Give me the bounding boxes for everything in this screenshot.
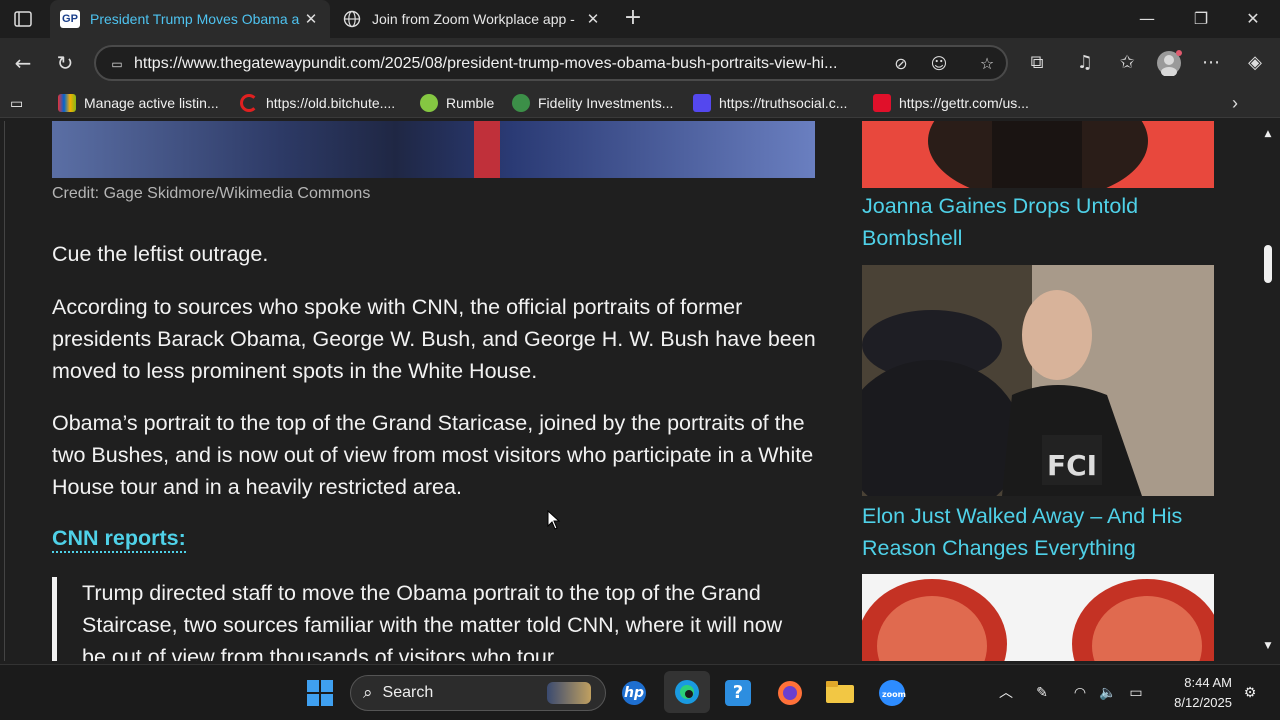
close-tab-icon[interactable]: ✕ (584, 10, 602, 28)
sidebar-link[interactable]: Joanna Gaines Drops Untold Bombshell (862, 190, 1222, 254)
rumble-icon (420, 94, 438, 112)
globe-icon (342, 10, 362, 28)
file-explorer-icon[interactable] (824, 677, 856, 709)
navigation-bar: ← ↻ ▭ https://www.thegatewaypundit.com/2… (0, 38, 1280, 88)
settings-more-icon[interactable]: ⋯ (1198, 50, 1224, 76)
gettr-icon (873, 94, 891, 112)
system-clock[interactable]: 8:44 AM 8/12/2025 (1160, 673, 1232, 713)
pen-icon[interactable]: ✎ (1032, 683, 1052, 703)
url-text[interactable]: https://www.thegatewaypundit.com/2025/08… (134, 55, 874, 73)
tracking-prevention-icon[interactable]: ⊘ (890, 53, 912, 75)
bitchute-icon (240, 94, 258, 112)
bookmark-item[interactable]: Fidelity Investments... (512, 92, 673, 114)
tab-gateway-pundit[interactable]: GP President Trump Moves Obama a ✕ (50, 0, 330, 38)
tab-title: President Trump Moves Obama a (90, 11, 300, 27)
bookmark-item[interactable]: https://truthsocial.c... (693, 92, 847, 114)
favorites-icon[interactable]: ✩ (1114, 50, 1140, 76)
address-bar[interactable]: ▭ https://www.thegatewaypundit.com/2025/… (94, 45, 1008, 81)
ebay-icon (58, 94, 76, 112)
wifi-icon[interactable]: ◠ (1070, 683, 1090, 703)
fidelity-icon (512, 94, 530, 112)
sidebar-image-joanna[interactable] (862, 121, 1214, 201)
page-scrollbar[interactable]: ▲ ▼ (1260, 121, 1276, 661)
article-paragraph: Cue the leftist outrage. (52, 242, 269, 266)
scroll-up-arrow-icon[interactable]: ▲ (1262, 129, 1274, 139)
tab-zoom[interactable]: Join from Zoom Workplace app - ✕ (332, 0, 612, 38)
article-paragraph: Obama’s portrait to the top of the Grand… (52, 411, 814, 499)
clock-time: 8:44 AM (1184, 675, 1232, 690)
windows-start-icon[interactable] (304, 677, 336, 709)
taskbar-search[interactable]: ⌕ Search (350, 675, 606, 711)
tab-actions-icon (14, 11, 32, 27)
article-image (52, 121, 815, 178)
back-button[interactable]: ← (10, 50, 36, 76)
chevron-right-icon[interactable]: › (1232, 92, 1238, 114)
search-icon: ⌕ (363, 683, 373, 702)
tab-title: Join from Zoom Workplace app - (372, 11, 575, 27)
svg-text:FCI: FCI (1047, 449, 1097, 482)
article-blockquote: Trump directed staff to move the Obama p… (52, 577, 812, 661)
image-caption: Credit: Gage Skidmore/Wikimedia Commons (52, 185, 371, 202)
sidebar-link[interactable]: Elon Just Walked Away – And His Reason C… (862, 500, 1222, 564)
bookmarks-bar: ▭ Manage active listin... https://old.bi… (0, 88, 1280, 118)
bookmark-item[interactable]: https://gettr.com/us... (873, 92, 1029, 114)
copilot-icon[interactable]: ◈ (1242, 50, 1268, 76)
tab-bar: GP President Trump Moves Obama a ✕ Join … (0, 0, 1280, 38)
sidebar-image-elon[interactable]: FCI (842, 265, 1214, 520)
emoji-icon[interactable]: ☺ (928, 53, 950, 75)
chevron-up-icon[interactable]: ︿ (996, 683, 1016, 703)
favorite-star-icon[interactable]: ☆ (976, 53, 998, 75)
truthsocial-icon (693, 94, 711, 112)
volume-icon[interactable]: 🔈 (1098, 683, 1118, 703)
bookmark-item[interactable]: Rumble (420, 92, 494, 114)
taskbar: ⌕ Search hp ? zoom ︿ ✎ ◠ 🔈 ▭ 8:44 AM 8/1… (0, 664, 1280, 720)
zoom-icon[interactable]: zoom (876, 677, 908, 709)
close-tab-icon[interactable]: ✕ (302, 10, 320, 28)
restore-button[interactable]: ❐ (1174, 0, 1228, 38)
refresh-button[interactable]: ↻ (52, 50, 78, 76)
firefox-icon[interactable] (774, 677, 806, 709)
browser-window: GP President Trump Moves Obama a ✕ Join … (0, 0, 1280, 720)
page-viewport: Credit: Gage Skidmore/Wikimedia Commons … (4, 121, 1260, 661)
collections-icon[interactable]: ▭ (10, 92, 23, 114)
notification-bell-icon[interactable]: ⚙ (1240, 683, 1260, 703)
bookmark-item[interactable]: https://old.bitchute.... (240, 92, 395, 114)
profile-avatar-icon[interactable] (1156, 50, 1182, 77)
bookmark-item[interactable]: Manage active listin... (58, 92, 219, 114)
gp-favicon-icon: GP (60, 10, 80, 28)
scroll-down-arrow-icon[interactable]: ▼ (1262, 641, 1274, 651)
tab-actions-button[interactable] (8, 6, 38, 32)
new-tab-button[interactable]: + (620, 6, 646, 32)
battery-icon[interactable]: ▭ (1126, 683, 1146, 703)
help-icon[interactable]: ? (722, 677, 754, 709)
cnn-reports-link[interactable]: CNN reports: (52, 526, 186, 553)
search-highlight-icon (547, 682, 591, 704)
hp-icon[interactable]: hp (618, 677, 650, 709)
scroll-thumb[interactable] (1264, 245, 1272, 283)
mouse-cursor-icon (547, 510, 561, 530)
read-aloud-icon[interactable]: ♫ (1072, 50, 1098, 76)
extensions-icon[interactable]: ⧉ (1024, 50, 1050, 76)
sidebar-image-ad[interactable] (857, 574, 1222, 661)
edge-icon[interactable] (664, 671, 710, 713)
article-paragraph: According to sources who spoke with CNN,… (52, 295, 816, 383)
close-window-button[interactable]: ✕ (1226, 0, 1280, 38)
svg-text:zoom: zoom (882, 690, 906, 699)
clock-date: 8/12/2025 (1174, 695, 1232, 710)
minimize-button[interactable]: — (1120, 0, 1174, 38)
site-info-icon[interactable]: ▭ (106, 53, 128, 75)
